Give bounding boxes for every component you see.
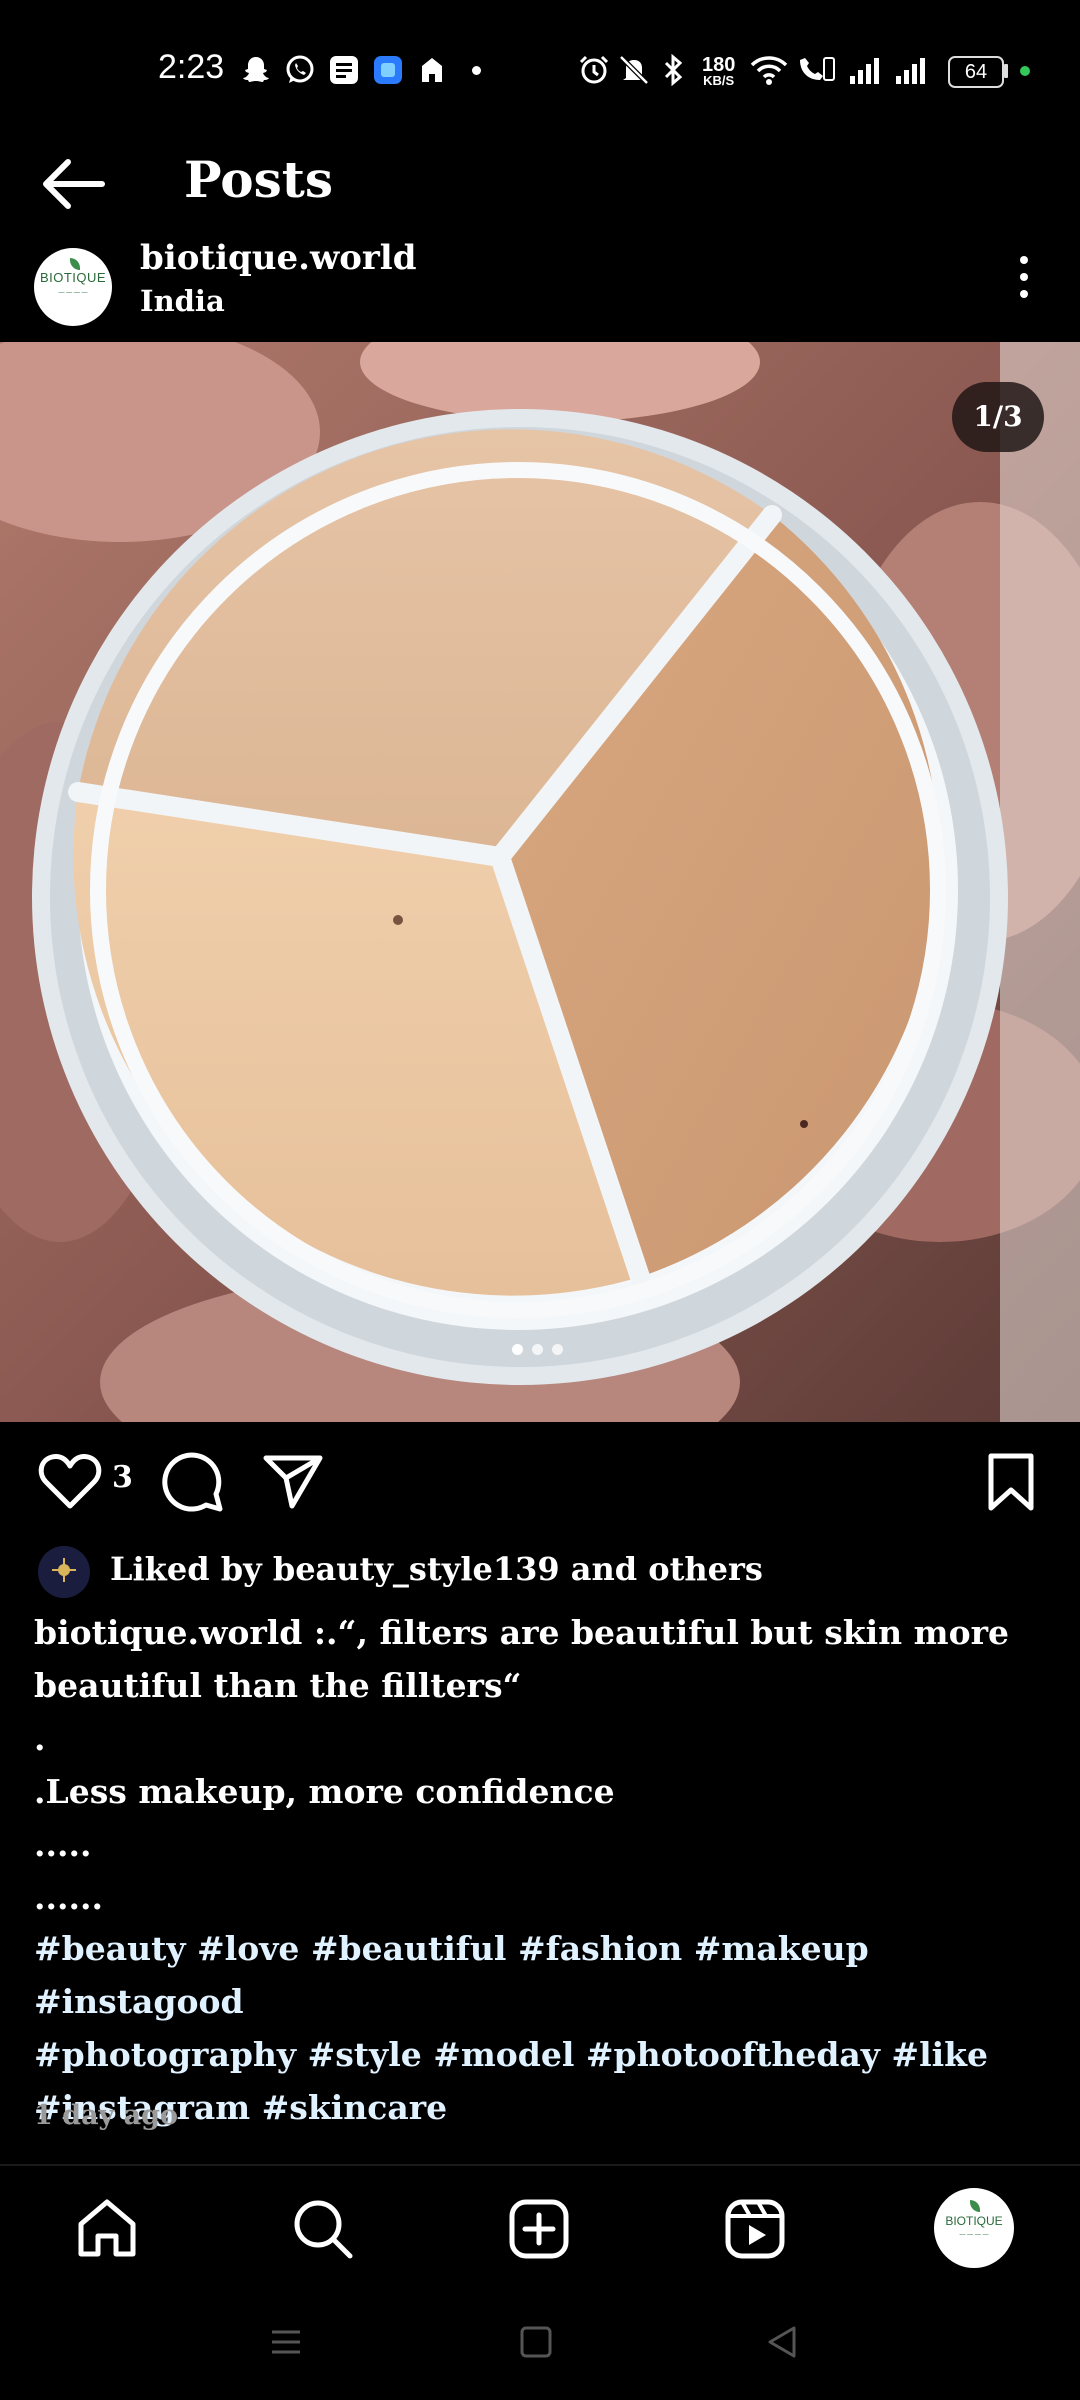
notes-icon [330, 56, 358, 84]
status-time: 2:23 [158, 48, 225, 86]
status-bar: 2:23 180 KB/S 64 [0, 0, 1080, 140]
battery-cap [1004, 64, 1008, 78]
comment-button[interactable] [162, 1450, 224, 1512]
page-title: Posts [184, 150, 333, 209]
post-location[interactable]: India [140, 284, 225, 318]
hashtag-line[interactable]: #photography #style #model #photooftheda… [34, 2028, 1044, 2081]
snapchat-icon [243, 57, 269, 82]
create-post-tab[interactable] [508, 2198, 570, 2260]
caption-line: .Less makeup, more confidence [34, 1772, 615, 1811]
search-tab[interactable] [292, 2198, 354, 2260]
more-options-button[interactable] [1010, 252, 1038, 302]
signal-icon-1 [850, 58, 879, 84]
wifi-calling-icon [800, 57, 835, 81]
save-button[interactable] [986, 1452, 1036, 1512]
bluetooth-icon [664, 54, 683, 86]
home-notification-icon [422, 58, 442, 82]
post-caption: biotique.world :.“, filters are beautifu… [34, 1606, 1044, 1924]
alarm-icon [579, 55, 609, 84]
caption-line: biotique.world :.“, filters are beautifu… [34, 1613, 1009, 1652]
brand-leaf-icon [970, 2200, 980, 2212]
home-system-button[interactable] [518, 2322, 554, 2362]
mute-icon [619, 55, 649, 85]
home-tab[interactable] [76, 2198, 138, 2258]
share-button[interactable] [262, 1452, 324, 1510]
post-username[interactable]: biotique.world [140, 238, 417, 278]
profile-brand-subtext: — — — — [959, 2232, 989, 2238]
network-speed: 180 KB/S [702, 54, 736, 88]
like-button[interactable] [38, 1452, 102, 1510]
brand-leaf-icon [70, 258, 80, 270]
hashtag-line[interactable]: #beauty #love #beautiful #fashion #makeu… [34, 1922, 1044, 2028]
hashtag-line[interactable]: #instagram #skincare [34, 2081, 1044, 2134]
signal-icon-2 [896, 58, 925, 84]
caption-line: . [34, 1719, 46, 1758]
caption-line: ..... [34, 1825, 92, 1864]
post-author-avatar[interactable]: BIOTIQUE — — — — [34, 248, 112, 326]
avatar-brand-text: BIOTIQUE [39, 270, 107, 285]
whatsapp-icon [286, 55, 314, 83]
wifi-icon [750, 56, 788, 85]
caption-line: ...... [34, 1878, 103, 1917]
post-timestamp: 1 day ago [34, 2100, 179, 2131]
recent-apps-button[interactable] [266, 2322, 306, 2362]
liker-avatar[interactable] [38, 1546, 90, 1598]
back-button[interactable] [38, 156, 106, 212]
like-count[interactable]: 3 [112, 1460, 133, 1495]
reels-tab[interactable] [724, 2198, 786, 2260]
liked-by-text[interactable]: Liked by beauty_style139 and others [110, 1550, 763, 1588]
profile-tab[interactable]: BIOTIQUE — — — — [934, 2188, 1014, 2268]
charging-indicator [1020, 66, 1030, 76]
compact-palette-photo [0, 342, 1080, 1422]
image-counter: 1/3 [952, 382, 1044, 452]
app-icon [374, 56, 402, 84]
battery-level: 64 [948, 56, 1004, 88]
post-hashtags[interactable]: #beauty #love #beautiful #fashion #makeu… [34, 1922, 1044, 2134]
post-image[interactable] [0, 342, 1080, 1422]
profile-brand-text: BIOTIQUE [945, 2214, 1003, 2228]
more-notifications-dot [472, 66, 481, 75]
carousel-indicator [512, 1344, 572, 1358]
avatar-brand-subtext: — — — — [58, 290, 88, 296]
back-system-button[interactable] [764, 2322, 800, 2362]
caption-line: beautiful than the fillters“ [34, 1666, 522, 1705]
